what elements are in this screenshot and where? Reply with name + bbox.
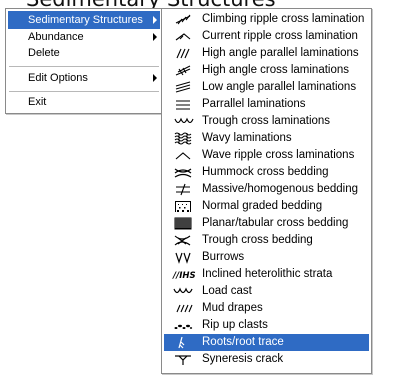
submenu-item-planar-cross-bedding[interactable]: Planar/tabular cross bedding bbox=[164, 215, 369, 232]
syneresis-crack-icon bbox=[170, 352, 196, 367]
submenu-item-roots[interactable]: Roots/root trace bbox=[164, 334, 369, 351]
menu-separator bbox=[9, 66, 159, 67]
menu-item-label: Exit bbox=[28, 96, 47, 108]
submenu-item-label: Mud drapes bbox=[202, 302, 263, 314]
load-cast-icon bbox=[170, 284, 196, 299]
menu-item-label: Edit Options bbox=[28, 72, 88, 84]
submenu-item-label: High angle cross laminations bbox=[202, 64, 350, 76]
submenu-item-label: Burrows bbox=[202, 251, 245, 263]
trough-cross-bedding-icon bbox=[170, 233, 196, 248]
submenu-item-burrows[interactable]: Burrows bbox=[164, 249, 369, 266]
svg-text://IHS: //IHS bbox=[172, 271, 196, 281]
submenu-item-label: Wavy laminations bbox=[202, 132, 292, 144]
submenu-item-label: Normal graded bedding bbox=[202, 200, 323, 212]
current-ripple-icon bbox=[170, 29, 196, 44]
menu-item-exit[interactable]: Exit bbox=[8, 93, 160, 111]
submenu-item-trough-cross-bedding[interactable]: Trough cross bedding bbox=[164, 232, 369, 249]
rip-up-clasts-icon bbox=[170, 318, 196, 333]
submenu-item-label: Planar/tabular cross bedding bbox=[202, 217, 349, 229]
planar-cross-bedding-icon bbox=[170, 216, 196, 231]
menu-separator bbox=[9, 91, 159, 92]
submenu-item-label: Syneresis crack bbox=[202, 353, 284, 365]
context-menu: Sedimentary Structures Abundance Delete … bbox=[5, 8, 163, 114]
submenu-item-label: Trough cross laminations bbox=[202, 115, 331, 127]
submenu-item-label: Roots/root trace bbox=[202, 336, 284, 348]
submenu-item-syneresis-crack[interactable]: Syneresis crack bbox=[164, 351, 369, 368]
submenu-item-current-ripple[interactable]: Current ripple cross lamination bbox=[164, 28, 369, 45]
submenu-item-label: Low angle parallel laminations bbox=[202, 81, 357, 93]
submenu-item-label: Parrallel laminations bbox=[202, 98, 306, 110]
submenu-item-label: High angle parallel laminations bbox=[202, 47, 359, 59]
wave-ripple-icon bbox=[170, 148, 196, 163]
wavy-laminations-icon bbox=[170, 131, 196, 146]
submenu-item-parallel-laminations[interactable]: Parrallel laminations bbox=[164, 96, 369, 113]
climbing-ripple-icon bbox=[170, 12, 196, 27]
submenu-item-label: Rip up clasts bbox=[202, 319, 268, 331]
hummock-icon bbox=[170, 165, 196, 180]
menu-item-sedimentary-structures[interactable]: Sedimentary Structures bbox=[8, 11, 160, 29]
submenu-item-wavy-laminations[interactable]: Wavy laminations bbox=[164, 130, 369, 147]
roots-icon bbox=[170, 335, 196, 350]
submenu-item-massive-bedding[interactable]: Massive/homogenous bedding bbox=[164, 181, 369, 198]
menu-item-label: Sedimentary Structures bbox=[28, 14, 143, 26]
submenu-item-label: Current ripple cross lamination bbox=[202, 30, 358, 42]
trough-cross-lamination-icon bbox=[170, 114, 196, 129]
sedimentary-structures-submenu: Climbing ripple cross lamination Current… bbox=[161, 8, 372, 374]
graded-bedding-icon bbox=[170, 199, 196, 214]
mud-drapes-icon bbox=[170, 301, 196, 316]
submenu-arrow-icon bbox=[153, 16, 157, 24]
low-angle-parallel-icon bbox=[170, 80, 196, 95]
submenu-item-high-angle-parallel[interactable]: High angle parallel laminations bbox=[164, 45, 369, 62]
submenu-item-rip-up-clasts[interactable]: Rip up clasts bbox=[164, 317, 369, 334]
menu-item-delete[interactable]: Delete bbox=[8, 44, 160, 62]
high-angle-cross-icon bbox=[170, 63, 196, 78]
menu-item-label: Delete bbox=[28, 47, 60, 59]
submenu-item-label: Hummock cross bedding bbox=[202, 166, 329, 178]
submenu-item-hummock[interactable]: Hummock cross bedding bbox=[164, 164, 369, 181]
submenu-item-ihs[interactable]: //IHS Inclined heterolithic strata bbox=[164, 266, 369, 283]
submenu-item-label: Massive/homogenous bedding bbox=[202, 183, 358, 195]
burrows-icon bbox=[170, 250, 196, 265]
submenu-item-label: Load cast bbox=[202, 285, 252, 297]
menu-item-label: Abundance bbox=[28, 31, 84, 43]
submenu-item-label: Climbing ripple cross lamination bbox=[202, 13, 365, 25]
submenu-item-label: Trough cross bedding bbox=[202, 234, 313, 246]
submenu-arrow-icon bbox=[153, 74, 157, 82]
high-angle-parallel-icon bbox=[170, 46, 196, 61]
massive-bedding-icon bbox=[170, 182, 196, 197]
parallel-laminations-icon bbox=[170, 97, 196, 112]
submenu-item-wave-ripple[interactable]: Wave ripple cross laminations bbox=[164, 147, 369, 164]
submenu-item-label: Wave ripple cross laminations bbox=[202, 149, 355, 161]
submenu-item-graded-bedding[interactable]: Normal graded bedding bbox=[164, 198, 369, 215]
ihs-icon: //IHS bbox=[170, 267, 196, 282]
submenu-item-trough-cross-lamination[interactable]: Trough cross laminations bbox=[164, 113, 369, 130]
submenu-item-climbing-ripple[interactable]: Climbing ripple cross lamination bbox=[164, 11, 369, 28]
submenu-item-low-angle-parallel[interactable]: Low angle parallel laminations bbox=[164, 79, 369, 96]
submenu-item-load-cast[interactable]: Load cast bbox=[164, 283, 369, 300]
submenu-item-high-angle-cross[interactable]: High angle cross laminations bbox=[164, 62, 369, 79]
submenu-item-mud-drapes[interactable]: Mud drapes bbox=[164, 300, 369, 317]
submenu-arrow-icon bbox=[153, 33, 157, 41]
menu-item-edit-options[interactable]: Edit Options bbox=[8, 69, 160, 87]
submenu-item-label: Inclined heterolithic strata bbox=[202, 268, 333, 280]
